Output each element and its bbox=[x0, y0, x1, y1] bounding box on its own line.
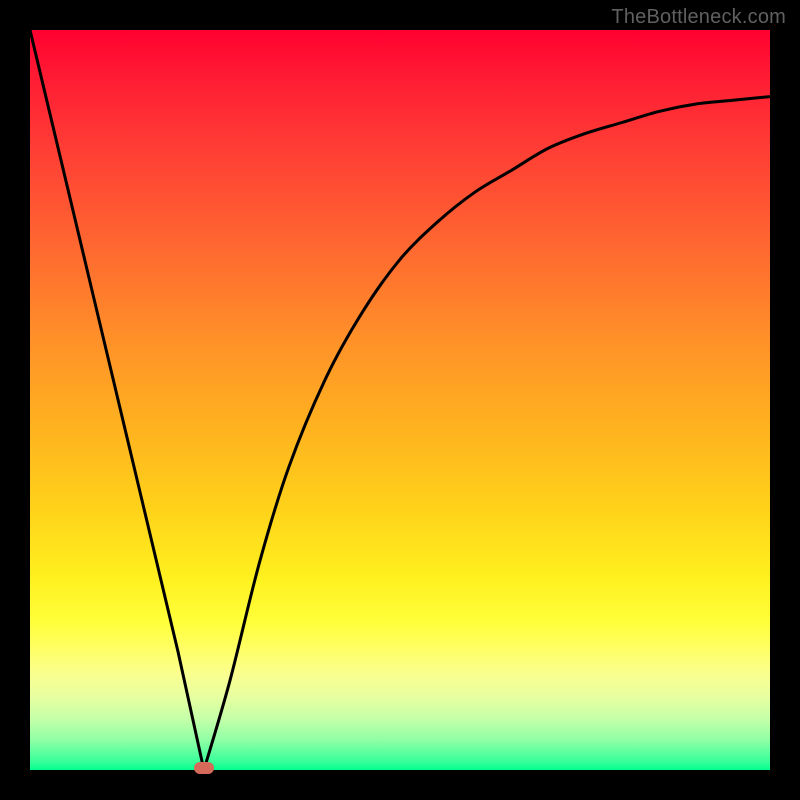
minimum-marker bbox=[194, 762, 214, 774]
bottleneck-curve bbox=[30, 30, 770, 770]
watermark-text: TheBottleneck.com bbox=[611, 6, 786, 29]
curve-svg bbox=[30, 30, 770, 770]
chart-container: TheBottleneck.com bbox=[0, 0, 800, 800]
plot-area bbox=[30, 30, 770, 770]
